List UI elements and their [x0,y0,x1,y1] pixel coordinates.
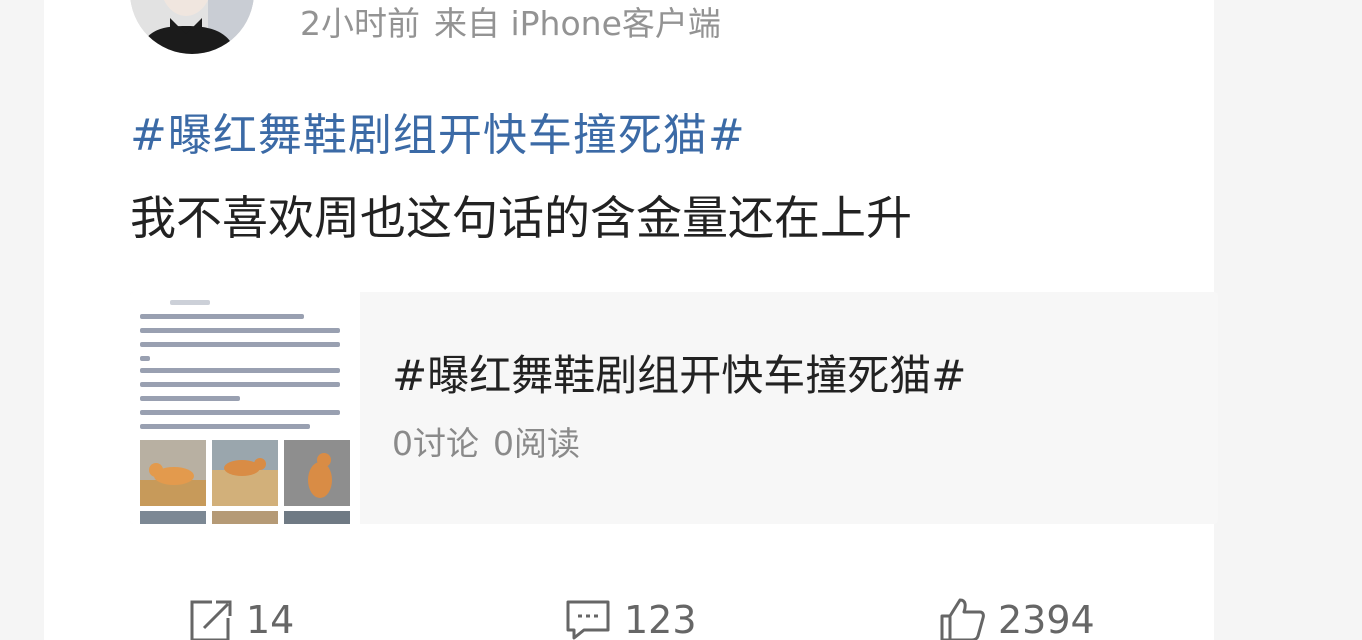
page: 2小时前 来自 iPhone客户端 #曝红舞鞋剧组开快车撞死猫# 我不喜欢周也这句… [0,0,1362,640]
comment-icon [566,600,610,640]
cat-photo [212,510,278,524]
post-source: 来自 iPhone客户端 [434,4,721,43]
thumb-text-line [140,396,240,401]
post-text: 我不喜欢周也这句话的含金量还在上升 [130,191,912,245]
comment-button[interactable]: 123 [564,592,697,640]
cat-photo [140,510,206,524]
like-count: 2394 [998,598,1095,640]
topic-card-stats: 0讨论 0阅读 [392,422,594,466]
thumb-text-line [170,300,210,305]
cat-photo [284,510,350,524]
repost-button[interactable]: 14 [186,592,294,640]
topic-thumbnail [130,292,360,524]
post-timestamp: 2小时前 [300,4,420,43]
cat-photo [140,440,206,506]
post-meta: 2小时前 来自 iPhone客户端 [300,2,735,46]
topic-discussion-count: 0讨论 [392,424,479,463]
topic-hashtag-link[interactable]: #曝红舞鞋剧组开快车撞死猫# [130,108,746,164]
topic-card-title: #曝红舞鞋剧组开快车撞死猫# [392,351,967,400]
thumb-text-line [140,424,310,429]
repost-count: 14 [246,598,295,640]
like-button[interactable]: 2394 [938,592,1095,640]
topic-card[interactable]: #曝红舞鞋剧组开快车撞死猫# 0讨论 0阅读 [130,292,1218,524]
cat-photo [284,440,350,506]
repost-icon [190,600,232,640]
comment-count: 123 [624,598,697,640]
cat-photo [212,440,278,506]
thumb-text-line [140,368,340,373]
thumb-text-line [140,382,340,387]
thumb-text-line [140,342,340,347]
thumb-text-line [140,410,340,415]
thumb-text-line [140,328,340,333]
avatar[interactable] [130,0,254,54]
thumb-text-line [140,314,304,319]
weibo-post-card: 2小时前 来自 iPhone客户端 #曝红舞鞋剧组开快车撞死猫# 我不喜欢周也这句… [44,0,1218,640]
topic-read-count: 0阅读 [493,424,580,463]
avatar-image [130,0,254,54]
thumb-text-line [140,356,150,361]
like-icon [940,598,985,640]
